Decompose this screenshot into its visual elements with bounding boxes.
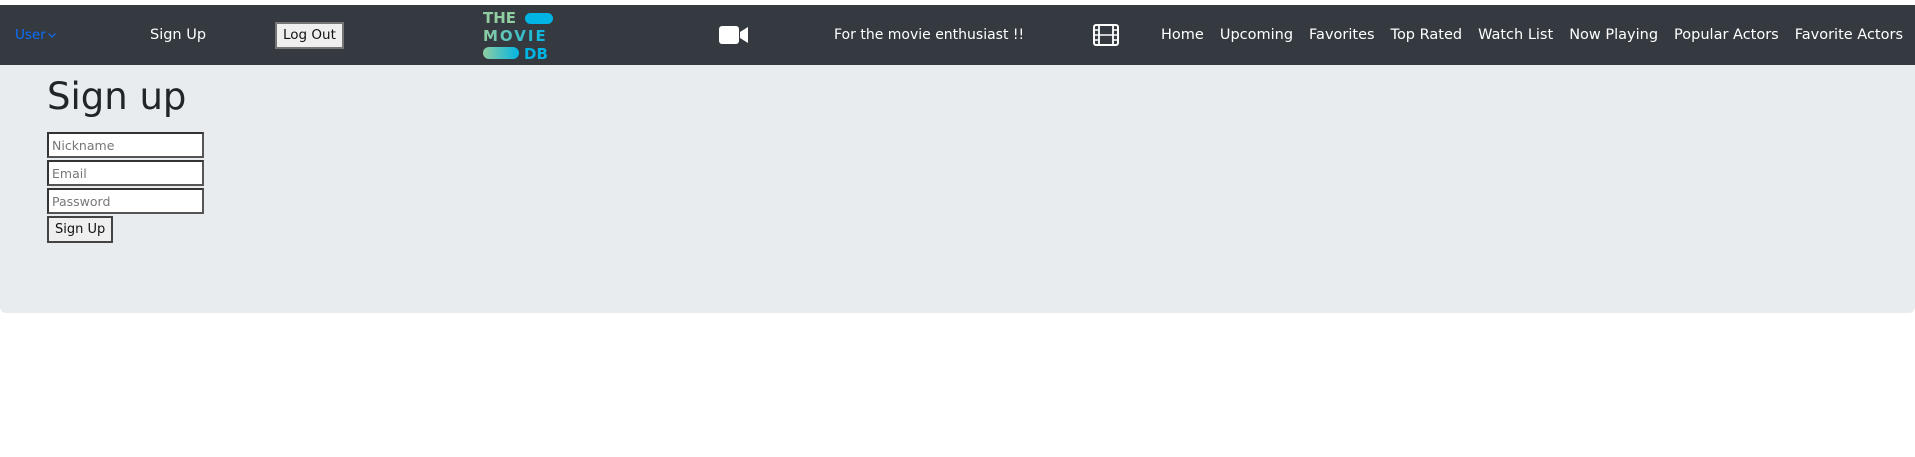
tagline: For the movie enthusiast !! bbox=[834, 5, 1024, 65]
page-title: Sign up bbox=[47, 75, 187, 118]
main-menu: Home Upcoming Favorites Top Rated Watch … bbox=[1145, 5, 1903, 65]
film-icon bbox=[1093, 5, 1119, 65]
signup-section: Sign up Sign Up bbox=[0, 65, 1915, 313]
tagline-text: For the movie enthusiast !! bbox=[834, 27, 1025, 43]
chevron-down-icon bbox=[47, 33, 56, 38]
signup-submit-button[interactable]: Sign Up bbox=[47, 216, 114, 243]
logout-wrapper: Log Out bbox=[275, 5, 344, 65]
menu-item-popular-actors[interactable]: Popular Actors bbox=[1674, 27, 1779, 43]
menu-item-top-rated[interactable]: Top Rated bbox=[1391, 27, 1463, 43]
menu-item-favorite-actors[interactable]: Favorite Actors bbox=[1795, 27, 1903, 43]
menu-item-home[interactable]: Home bbox=[1161, 27, 1204, 43]
tmdb-logo[interactable]: THE MOVIE DB bbox=[483, 9, 555, 61]
nickname-field[interactable] bbox=[47, 132, 204, 158]
user-dropdown-label: User bbox=[15, 27, 46, 43]
email-field[interactable] bbox=[47, 160, 204, 186]
video-camera-icon bbox=[719, 5, 749, 65]
logout-button[interactable]: Log Out bbox=[275, 21, 344, 49]
logo-text-line3: DB bbox=[524, 45, 548, 61]
menu-item-watch-list[interactable]: Watch List bbox=[1478, 27, 1553, 43]
menu-item-upcoming[interactable]: Upcoming bbox=[1220, 27, 1293, 43]
logo-text-line1: THE bbox=[483, 9, 516, 27]
logo-pill-top bbox=[525, 13, 553, 24]
nav-signup-link[interactable]: Sign Up bbox=[150, 5, 206, 65]
tmdb-logo-graphic: THE MOVIE DB bbox=[483, 9, 553, 61]
menu-item-favorites[interactable]: Favorites bbox=[1309, 27, 1375, 43]
logo-pill-bottom bbox=[483, 47, 519, 59]
password-field[interactable] bbox=[47, 188, 204, 214]
user-dropdown[interactable]: User bbox=[15, 5, 57, 65]
menu-item-now-playing[interactable]: Now Playing bbox=[1569, 27, 1658, 43]
logo-text-line2: MOVIE bbox=[483, 27, 548, 45]
signup-form: Sign Up bbox=[47, 132, 1915, 243]
nav-signup-label: Sign Up bbox=[150, 27, 207, 43]
navbar: User Sign Up Log Out THE MOVIE DB For th… bbox=[0, 5, 1915, 65]
